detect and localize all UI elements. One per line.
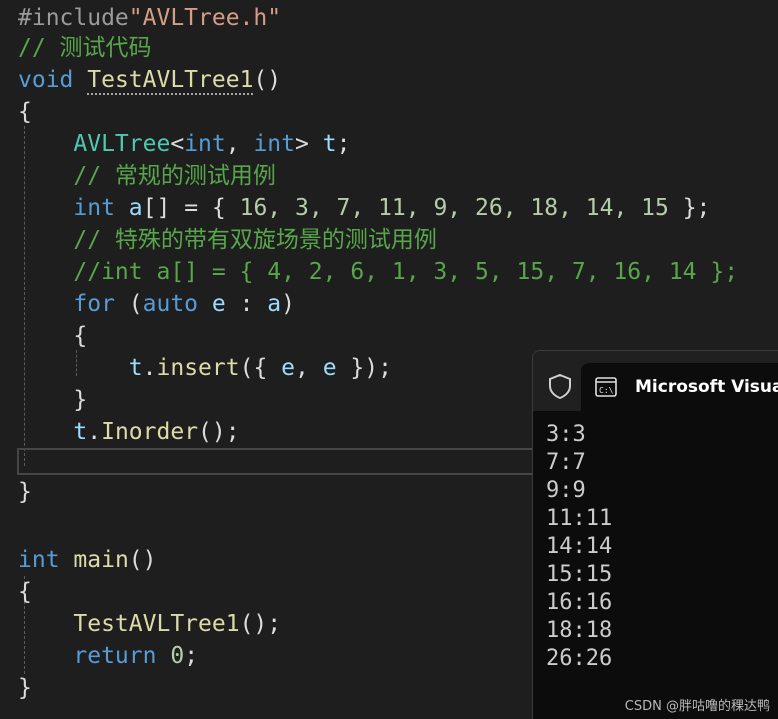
code-line-return[interactable]: return 0; <box>18 640 198 672</box>
console-output-line: 3:3 <box>546 422 586 447</box>
comment-text: // 特殊的带有双旋场景的测试用例 <box>73 227 437 253</box>
code-line-insert-call[interactable]: t.insert({ e, e }); <box>18 352 392 384</box>
brace: { <box>18 579 32 605</box>
svg-text:C:\: C:\ <box>599 386 614 395</box>
type-avltree: AVLTree <box>73 131 171 157</box>
code-line-comment[interactable]: // 测试代码 <box>18 32 152 64</box>
punct: }); <box>336 355 392 381</box>
punct: > <box>294 131 309 157</box>
console-output: 3:3 7:7 9:9 11:11 14:14 15:15 16:16 18:18 26:26 <box>546 421 612 673</box>
code-line-inorder-call[interactable]: t.Inorder(); <box>18 416 240 448</box>
brace: { <box>18 99 32 125</box>
console-title: Microsoft Visual S <box>635 377 778 397</box>
punct: ; <box>184 643 199 669</box>
punct: , <box>225 131 254 157</box>
brace: } <box>18 479 32 505</box>
punct: (); <box>239 611 282 637</box>
parentheses: () <box>128 547 157 573</box>
code-line-array-decl[interactable]: int a[] = { 16, 3, 7, 11, 9, 26, 18, 14,… <box>18 192 710 224</box>
code-line-brace-close[interactable]: } <box>18 476 32 508</box>
function-call: TestAVLTree1 <box>73 611 240 637</box>
function-inorder: Inorder <box>101 419 199 445</box>
punct: [] = { <box>142 195 240 221</box>
array-values: 16, 3, 7, 11, 9, 26, 18, 14, 15 <box>239 195 669 221</box>
code-line-avltree-decl[interactable]: AVLTree<int, int> t; <box>18 128 350 160</box>
punct: }; <box>668 195 711 221</box>
console-tab[interactable]: C:\ Microsoft Visual S <box>581 363 778 411</box>
variable-a: a <box>267 291 282 317</box>
console-output-line: 14:14 <box>546 534 613 559</box>
terminal-icon: C:\ <box>595 377 617 397</box>
current-line-highlight <box>17 448 537 475</box>
comment-text: //int a[] = { 4, 2, 6, 1, 3, 5, 15, 7, 1… <box>73 259 739 285</box>
variable-e: e <box>281 355 295 381</box>
console-tab-bar: C:\ Microsoft Visual S <box>533 351 778 411</box>
function-main: main <box>73 547 129 573</box>
punct: . <box>87 419 102 445</box>
console-output-line: 16:16 <box>546 590 613 615</box>
shield-icon[interactable] <box>547 373 573 399</box>
function-name: TestAVLTree1 <box>87 67 254 95</box>
brace: } <box>73 387 88 413</box>
code-line-brace-close[interactable]: } <box>18 384 87 416</box>
console-output-line: 15:15 <box>546 562 613 587</box>
variable-t: t <box>128 355 143 381</box>
brace: { <box>73 323 88 349</box>
variable-e: e <box>211 291 226 317</box>
keyword-void: void <box>18 67 74 93</box>
function-insert: insert <box>156 355 240 381</box>
code-line-main-decl[interactable]: int main() <box>18 544 157 576</box>
code-line-comment[interactable]: // 特殊的带有双旋场景的测试用例 <box>18 224 437 256</box>
code-line-include[interactable]: #include"AVLTree.h" <box>18 2 281 34</box>
punct: . <box>142 355 157 381</box>
console-output-line: 11:11 <box>546 506 613 531</box>
comment-text: // 测试代码 <box>18 35 152 61</box>
punct: (); <box>198 419 240 445</box>
code-line-brace-open[interactable]: { <box>18 96 32 128</box>
code-line-comment[interactable]: // 常规的测试用例 <box>18 160 276 192</box>
punct: ; <box>336 131 351 157</box>
number-literal: 0 <box>170 643 185 669</box>
variable-t: t <box>73 419 88 445</box>
brace: } <box>18 675 32 701</box>
keyword-return: return <box>73 643 157 669</box>
keyword-int: int <box>73 195 115 221</box>
punct: ) <box>281 291 296 317</box>
console-output-line: 9:9 <box>546 478 586 503</box>
watermark: CSDN @胖咕噜的稞达鸭 <box>624 699 770 714</box>
punct: , <box>295 355 323 381</box>
code-line-brace-close[interactable]: } <box>18 672 32 704</box>
code-line-for-loop[interactable]: for (auto e : a) <box>18 288 295 320</box>
punct: : <box>225 291 268 317</box>
keyword-int: int <box>184 131 226 157</box>
console-output-line: 7:7 <box>546 450 586 475</box>
code-line-brace-open[interactable]: { <box>18 320 87 352</box>
punct: < <box>170 131 185 157</box>
console-window[interactable]: C:\ Microsoft Visual S 3:3 7:7 9:9 11:11 14:… <box>532 350 778 719</box>
console-output-line: 18:18 <box>546 618 613 643</box>
variable-a: a <box>128 195 143 221</box>
keyword-int: int <box>253 131 295 157</box>
code-line-commented-array[interactable]: //int a[] = { 4, 2, 6, 1, 3, 5, 15, 7, 1… <box>18 256 738 288</box>
variable-e: e <box>322 355 337 381</box>
code-line-brace-open[interactable]: { <box>18 576 32 608</box>
keyword-auto: auto <box>142 291 199 317</box>
comment-text: // 常规的测试用例 <box>73 163 276 189</box>
variable-t: t <box>322 131 337 157</box>
preprocessor-directive: #include <box>18 5 129 31</box>
punct: ({ <box>239 355 282 381</box>
parentheses: () <box>253 67 282 93</box>
code-line-test-call[interactable]: TestAVLTree1(); <box>18 608 281 640</box>
keyword-int: int <box>18 547 60 573</box>
console-output-line: 26:26 <box>546 646 613 671</box>
punct: ( <box>114 291 143 317</box>
keyword-for: for <box>73 291 115 317</box>
code-line-function-decl[interactable]: void TestAVLTree1() <box>18 64 281 96</box>
include-filename: "AVLTree.h" <box>128 5 282 31</box>
